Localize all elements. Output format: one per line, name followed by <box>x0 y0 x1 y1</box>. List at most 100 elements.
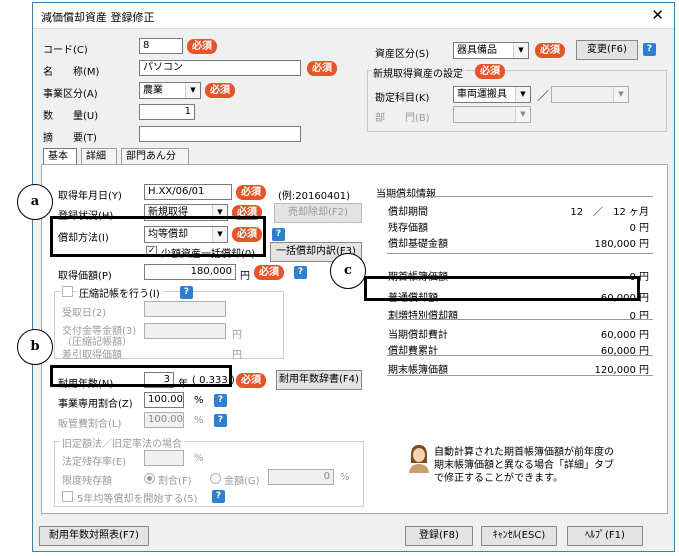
receive-date-field[interactable] <box>144 301 226 317</box>
info-row-value: 0 円 <box>629 223 649 234</box>
compression-label: 圧縮記帳を行う(I) <box>77 285 162 300</box>
useful-life-required-badge: 必須 <box>236 373 266 388</box>
info-row-label: 期末帳簿価額 <box>388 365 448 376</box>
ratio-radio-label: 割合(F) <box>158 476 192 487</box>
help-button[interactable]: ﾍﾙﾌﾟ(F1) <box>567 526 643 546</box>
tab-department-allocation[interactable]: 部門あん分 <box>121 148 189 164</box>
chevron-down-icon: ▼ <box>515 87 530 102</box>
summary-label: 摘 要(T) <box>43 133 97 144</box>
segment-required-badge: 必須 <box>205 83 235 98</box>
name-field[interactable]: パソコン <box>139 60 301 76</box>
asset-class-select[interactable]: 器具備品 ▼ <box>453 42 529 59</box>
close-icon[interactable]: ✕ <box>651 6 664 24</box>
sales-ratio-field[interactable]: 100.00 <box>144 412 184 428</box>
assistant-avatar-icon <box>408 443 430 473</box>
info-divider <box>387 253 653 254</box>
acquisition-price-label: 取得価額(P) <box>58 271 112 282</box>
name-required-badge: 必須 <box>307 61 337 76</box>
help-icon[interactable]: ? <box>212 490 225 503</box>
code-label: コード(C) <box>43 45 88 56</box>
limit-residual-label: 限度残存額 <box>62 476 112 487</box>
help-icon[interactable]: ? <box>643 43 656 56</box>
info-row-value: 60,000 円 <box>600 330 649 341</box>
useful-life-dictionary-button[interactable]: 耐用年数辞書(F4) <box>276 370 362 390</box>
department-select[interactable]: ▼ <box>453 106 531 123</box>
info-row-label: 当期償却費計 <box>388 330 448 341</box>
five-year-checkbox[interactable] <box>62 491 73 502</box>
info-row-value: 180,000 円 <box>594 239 649 250</box>
current-info-title: 当期償却情報 <box>376 189 436 200</box>
new-asset-required-badge: 必須 <box>475 64 505 79</box>
title-bar: 減価償却資産 登録修正 ✕ <box>33 3 674 29</box>
help-icon[interactable]: ? <box>294 266 307 279</box>
acquisition-date-required-badge: 必須 <box>236 185 266 200</box>
help-icon[interactable]: ? <box>272 228 285 241</box>
acquisition-date-example: (例:20160401) <box>278 191 351 202</box>
account-value: 車両運搬具 <box>457 89 507 100</box>
acquisition-date-label: 取得年月日(Y) <box>58 191 122 202</box>
ratio-radio[interactable] <box>144 473 155 484</box>
callout-a: a <box>17 184 53 220</box>
diff-price-yen-unit: 円 <box>232 350 242 361</box>
receive-date-label: 受取日(2) <box>62 308 107 319</box>
sub-account-select[interactable]: ▼ <box>551 86 629 103</box>
diff-price-label: 差引取得価額 <box>62 350 122 361</box>
info-row-value: 12 ／ 12 ヶ月 <box>570 207 649 218</box>
highlight-box-b <box>50 365 232 387</box>
retire-button[interactable]: 売却除却(F2) <box>274 203 362 223</box>
info-divider <box>387 355 653 356</box>
quantity-label: 数 量(U) <box>43 111 99 122</box>
residual-amount-percent: % <box>340 472 350 483</box>
info-row-label: 償却基礎金額 <box>388 239 448 250</box>
chevron-down-icon: ▼ <box>515 107 530 122</box>
dialog-title: 減価償却資産 登録修正 <box>41 11 155 24</box>
residual-amount-field[interactable]: 0 <box>268 469 334 485</box>
highlight-box-a <box>50 216 266 257</box>
segment-value: 農業 <box>143 85 163 96</box>
register-button[interactable]: 登録(F8) <box>405 526 473 546</box>
amount-radio[interactable] <box>210 473 221 484</box>
help-icon[interactable]: ? <box>180 286 193 299</box>
tab-details[interactable]: 詳細 <box>81 148 117 164</box>
change-button[interactable]: 変更(F6) <box>576 40 638 60</box>
callout-c: c <box>330 253 366 289</box>
info-divider <box>387 375 653 376</box>
help-icon[interactable]: ? <box>214 394 227 407</box>
highlight-box-c <box>364 276 640 301</box>
callout-b: b <box>17 329 53 365</box>
acquisition-date-field[interactable]: H.XX/06/01 <box>144 184 232 200</box>
business-ratio-field[interactable]: 100.00 <box>144 392 184 408</box>
summary-field[interactable] <box>139 126 301 142</box>
sales-ratio-label: 販管費割合(L) <box>58 419 122 430</box>
department-label: 部 門(B) <box>375 113 430 124</box>
sales-ratio-percent: % <box>194 415 204 426</box>
acquisition-price-field[interactable]: 180,000 <box>144 264 236 280</box>
chevron-down-icon: ▼ <box>513 43 528 58</box>
tab-basic[interactable]: 基本 <box>43 148 77 165</box>
acquisition-price-required-badge: 必須 <box>254 265 284 280</box>
asset-class-value: 器具備品 <box>457 45 497 56</box>
code-field[interactable]: 8 <box>139 38 183 54</box>
subsidy-field[interactable] <box>144 323 226 339</box>
account-select[interactable]: 車両運搬具 ▼ <box>453 86 531 103</box>
useful-life-table-button[interactable]: 耐用年数対照表(F7) <box>39 526 149 546</box>
info-row-label: 償却期間 <box>388 207 428 218</box>
yen-unit: 円 <box>240 271 250 282</box>
help-icon[interactable]: ? <box>214 414 227 427</box>
assistant-message-line-3: で修正することができます。 <box>434 473 563 484</box>
segment-select[interactable]: 農業 ▼ <box>139 82 201 99</box>
info-divider <box>387 196 653 197</box>
new-asset-group-title: 新規取得資産の設定 <box>371 65 465 80</box>
business-ratio-label: 事業専用割合(Z) <box>58 399 133 410</box>
legal-residual-field[interactable] <box>144 450 184 466</box>
info-row-label: 残存価額 <box>388 223 428 234</box>
segment-label: 事業区分(A) <box>43 89 98 100</box>
subsidy-yen-unit: 円 <box>232 330 242 341</box>
quantity-field[interactable]: 1 <box>139 104 195 120</box>
cancel-button[interactable]: ｷｬﾝｾﾙ(ESC) <box>481 526 557 546</box>
name-label: 名 称(M) <box>43 67 100 78</box>
account-label: 勘定科目(K) <box>375 93 430 104</box>
asset-class-label: 資産区分(S) <box>375 49 430 60</box>
compression-checkbox[interactable] <box>62 286 73 297</box>
legal-residual-percent: % <box>194 453 204 464</box>
